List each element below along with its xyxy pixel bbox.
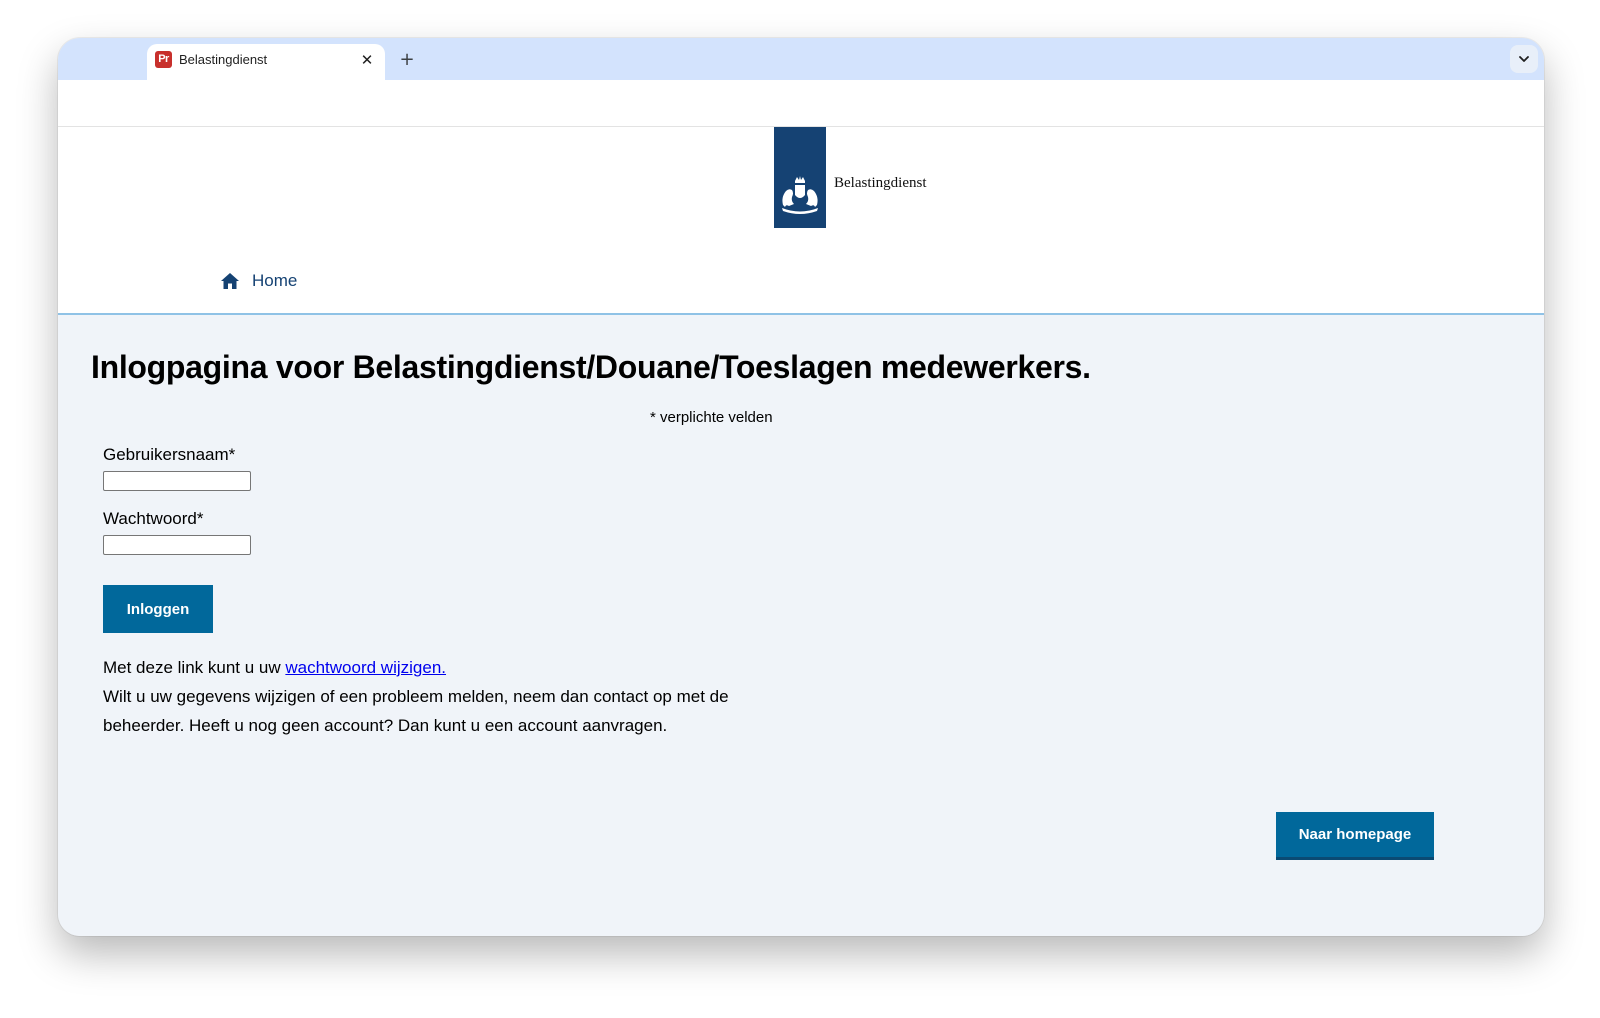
tab-search-button[interactable] [1510, 45, 1538, 73]
tab-strip: Pr Belastingdienst ✕ + [58, 38, 1544, 80]
logo-emblem [774, 127, 826, 228]
info-text: Met deze link kunt u uw wachtwoord wijzi… [103, 653, 743, 740]
tab-belastingdienst[interactable]: Pr Belastingdienst ✕ [147, 44, 385, 80]
nav-home-label: Home [252, 271, 298, 290]
home-icon [221, 273, 239, 289]
chevron-down-icon [1519, 56, 1529, 62]
password-change-line: Met deze link kunt u uw wachtwoord wijzi… [103, 653, 743, 682]
login-button[interactable]: Inloggen [103, 585, 213, 633]
tab-title: Belastingdienst [179, 52, 268, 67]
username-input[interactable] [103, 471, 251, 491]
browser-window: Pr Belastingdienst ✕ + Belastingdienst H… [58, 38, 1544, 936]
required-fields-note: * verplichte velden [650, 409, 773, 426]
page-title: Inlogpagina voor Belastingdienst/Douane/… [91, 349, 1091, 385]
password-input[interactable] [103, 535, 251, 555]
browser-toolbar [58, 80, 1544, 127]
password-label: Wachtwoord* [103, 509, 204, 528]
logo-wordmark: Belastingdienst [834, 175, 927, 191]
contact-info-text: Wilt u uw gegevens wijzigen of een probl… [103, 687, 729, 735]
to-homepage-button[interactable]: Naar homepage [1276, 812, 1434, 860]
password-change-prefix: Met deze link kunt u uw [103, 658, 286, 677]
plus-icon[interactable]: + [395, 48, 419, 72]
change-password-link[interactable]: wachtwoord wijzigen. [285, 658, 446, 677]
nav-home-link[interactable]: Home [220, 271, 297, 291]
close-icon[interactable]: ✕ [357, 50, 377, 70]
site-header: Belastingdienst Home [58, 127, 1544, 315]
favicon-icon: Pr [155, 51, 172, 68]
username-label: Gebruikersnaam* [103, 445, 236, 464]
coat-of-arms-icon [782, 176, 818, 214]
main-content: Inlogpagina voor Belastingdienst/Douane/… [58, 315, 1544, 936]
